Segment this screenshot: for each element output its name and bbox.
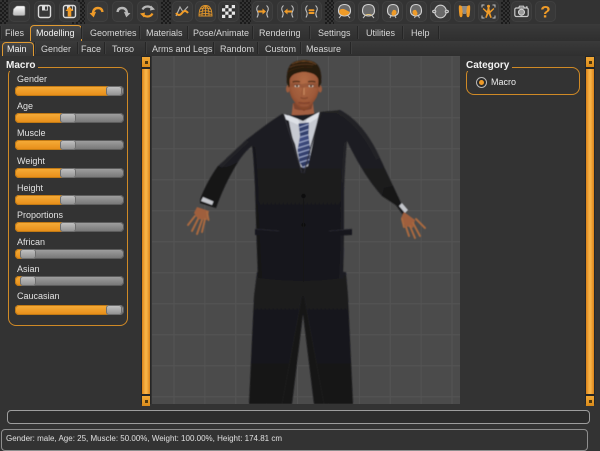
svg-text:?: ? [540,3,550,22]
